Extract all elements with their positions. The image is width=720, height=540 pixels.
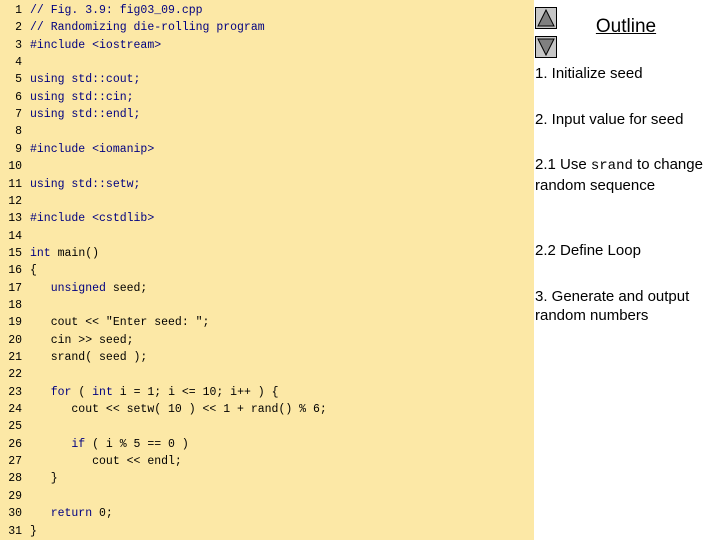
code-token: seed; (105, 281, 148, 295)
code-text: using std::cout; (30, 71, 140, 88)
code-token: { (30, 264, 37, 278)
code-text: { (30, 262, 37, 279)
line-number: 16 (8, 264, 22, 278)
code-token: cin >> seed; (30, 333, 134, 347)
line-number: 31 (8, 524, 22, 538)
line-number: 20 (8, 333, 22, 347)
code-token: #include <iomanip> (30, 142, 155, 156)
code-text: cout << endl; (30, 453, 182, 470)
outline-item-initialize-seed: 1. Initialize seed (535, 65, 643, 82)
line-number: 19 (8, 316, 22, 330)
code-text: unsigned seed; (30, 280, 148, 297)
line-number: 27 (8, 455, 22, 469)
code-token: unsigned (30, 281, 106, 295)
outline-title[interactable]: Outline (566, 16, 686, 38)
code-text: cin >> seed; (30, 332, 134, 349)
code-text: if ( i % 5 == 0 ) (30, 436, 189, 453)
line-number: 4 (15, 56, 22, 70)
code-token: using std::cout; (30, 73, 141, 87)
line-number: 9 (15, 142, 22, 156)
code-token: } (30, 524, 37, 538)
code-text: for ( int i = 1; i <= 10; i++ ) { (30, 384, 279, 401)
outline-item-define-loop: 2.2 Define Loop (535, 242, 641, 259)
outline-item-use-srand-prefix: 2.1 Use (535, 156, 591, 173)
code-token: #include <iostream> (30, 38, 162, 52)
code-token: using std::cin; (30, 90, 134, 104)
code-text: using std::endl; (30, 106, 140, 123)
code-token: cout << endl; (30, 455, 182, 469)
line-number: 30 (8, 507, 22, 521)
next-slide-button[interactable] (535, 36, 557, 58)
outline-item-use-srand: 2.1 Use srand to change random sequence (535, 155, 720, 195)
code-token: for (30, 385, 72, 399)
code-text: #include <iomanip> (30, 141, 154, 158)
line-number: 18 (8, 298, 22, 312)
code-token: cout << setw( 10 ) << 1 + rand() % 6; (30, 403, 327, 417)
line-number: 12 (8, 194, 22, 208)
line-number: 10 (8, 160, 22, 174)
code-token: } (30, 472, 58, 486)
code-token: int (30, 246, 51, 260)
code-token: main() (50, 246, 100, 260)
code-text: using std::setw; (30, 176, 140, 193)
line-number: 14 (8, 229, 22, 243)
code-text: int main() (30, 245, 99, 262)
code-token: srand( seed ); (30, 351, 148, 364)
code-token: ( (71, 385, 93, 399)
code-text: cout << setw( 10 ) << 1 + rand() % 6; (30, 401, 327, 418)
code-token: // Fig. 3.9: fig03_09.cpp (30, 4, 203, 17)
line-number: 29 (8, 489, 22, 503)
line-number: 24 (8, 403, 22, 417)
previous-slide-button[interactable] (535, 7, 557, 29)
code-listing: 1 // Fig. 3.9: fig03_09.cpp 2 // Randomizin… (0, 0, 534, 540)
line-number: 17 (8, 281, 22, 295)
triangle-up-icon (537, 8, 555, 27)
line-number: 23 (8, 385, 22, 399)
code-token: // Randomizing die-rolling program (30, 21, 265, 35)
line-number: 1 (15, 4, 22, 17)
code-token: int (92, 385, 113, 399)
code-token: cout << "Enter seed: "; (30, 316, 210, 330)
line-number: 26 (8, 437, 22, 451)
outline-item-input-seed: 2. Input value for seed (535, 111, 684, 128)
code-text: } (30, 523, 37, 540)
srand-code-term: srand (590, 158, 633, 174)
code-token: i = 1; i <= 10; i++ ) { (112, 385, 279, 399)
line-number: 15 (8, 246, 22, 260)
line-number: 3 (15, 38, 22, 52)
line-number: 21 (8, 351, 22, 364)
triangle-down-icon (537, 38, 555, 57)
line-number: 6 (15, 90, 22, 104)
code-text: // Randomizing die-rolling program (30, 19, 265, 36)
code-token: ( i % 5 == 0 ) (85, 437, 189, 451)
line-number: 2 (15, 21, 22, 35)
code-token: using std::endl; (30, 108, 141, 122)
line-number: 8 (15, 125, 22, 139)
code-text: cout << "Enter seed: "; (30, 314, 210, 331)
code-text: #include <iostream> (30, 37, 161, 54)
line-number: 22 (8, 368, 22, 382)
code-token: #include <cstdlib> (30, 212, 155, 226)
code-text: // Fig. 3.9: fig03_09.cpp (30, 2, 203, 19)
code-text: #include <cstdlib> (30, 210, 154, 227)
code-text: using std::cin; (30, 89, 134, 106)
line-number: 25 (8, 420, 22, 434)
code-token: 0; (92, 507, 113, 521)
outline-item-generate-output: 3. Generate and output random numbers (535, 288, 690, 324)
code-text: } (30, 470, 58, 487)
code-token: return (30, 507, 93, 521)
code-text: return 0; (30, 505, 113, 522)
code-token: if (30, 437, 86, 451)
line-number: 5 (15, 73, 22, 87)
code-text: srand( seed ); (30, 349, 148, 366)
line-number: 28 (8, 472, 22, 486)
code-token: using std::setw; (30, 177, 141, 191)
line-number: 11 (8, 177, 22, 191)
line-number: 13 (8, 212, 22, 226)
line-number: 7 (15, 108, 22, 122)
